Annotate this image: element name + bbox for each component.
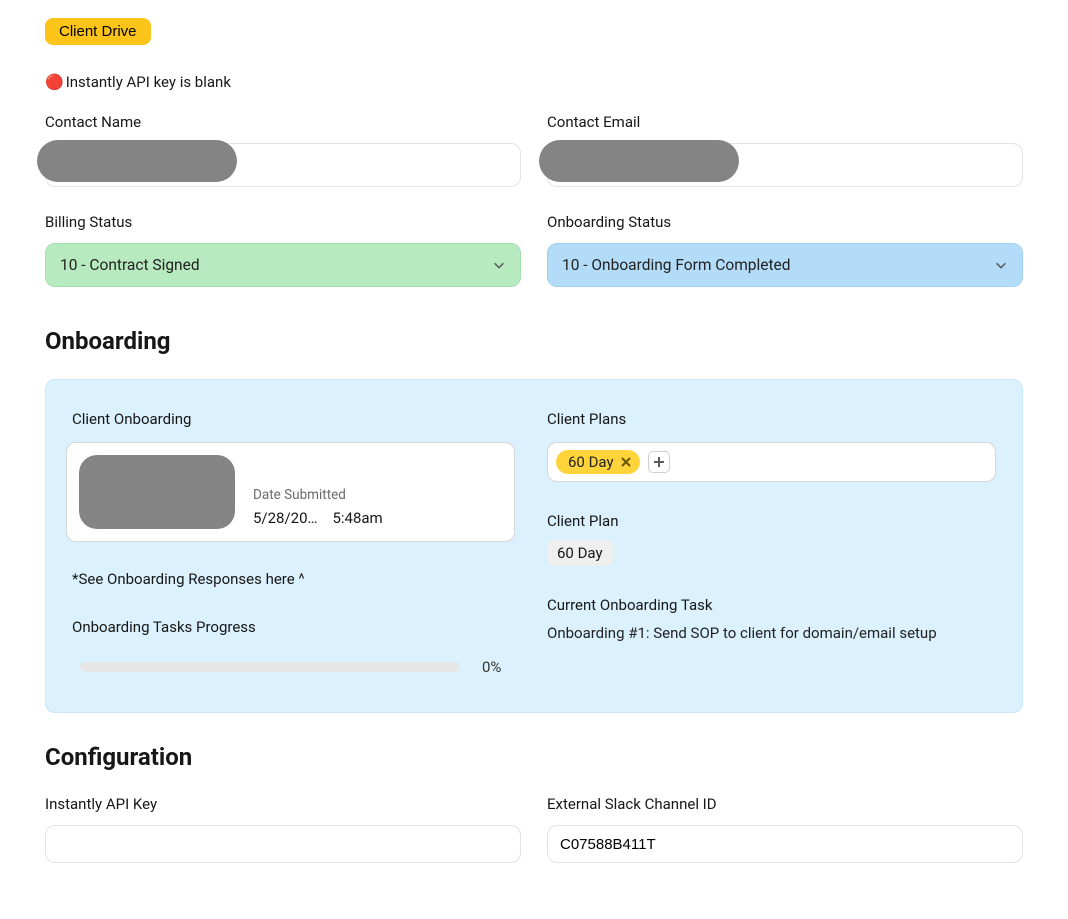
chevron-down-icon <box>492 258 506 272</box>
warning-text: Instantly API key is blank <box>66 73 231 91</box>
client-plan-label: Client Plan <box>547 512 996 530</box>
client-drive-button[interactable]: Client Drive <box>45 18 151 45</box>
api-key-warning: 🔴 Instantly API key is blank <box>45 73 1023 91</box>
billing-status-label: Billing Status <box>45 213 521 231</box>
billing-status-value: 10 - Contract Signed <box>60 256 200 274</box>
onboarding-status-label: Onboarding Status <box>547 213 1023 231</box>
add-plan-button[interactable] <box>648 451 670 473</box>
onboarding-note: *See Onboarding Responses here ^ <box>72 570 521 588</box>
client-plans-chipbox[interactable]: 60 Day <box>547 442 996 482</box>
current-onboarding-task-label: Current Onboarding Task <box>547 596 996 614</box>
client-plan-value: 60 Day <box>547 540 613 566</box>
date-submitted-label: Date Submitted <box>253 487 383 503</box>
plan-chip[interactable]: 60 Day <box>556 450 640 474</box>
warning-icon: 🔴 <box>45 73 64 91</box>
onboarding-status-select[interactable]: 10 - Onboarding Form Completed <box>547 243 1023 287</box>
configuration-section-title: Configuration <box>45 743 1023 771</box>
onboarding-section-title: Onboarding <box>45 327 1023 355</box>
contact-name-label: Contact Name <box>45 113 521 131</box>
slack-channel-id-input[interactable] <box>547 825 1023 863</box>
close-icon[interactable] <box>620 456 632 468</box>
onboarding-progress-pct: 0% <box>482 658 501 676</box>
onboarding-progress-bar <box>80 662 460 672</box>
client-onboarding-redacted <box>79 455 235 529</box>
contact-email-label: Contact Email <box>547 113 1023 131</box>
billing-status-select[interactable]: 10 - Contract Signed <box>45 243 521 287</box>
onboarding-status-value: 10 - Onboarding Form Completed <box>562 256 791 274</box>
date-submitted-time: 5:48am <box>332 509 382 527</box>
instantly-api-key-input[interactable] <box>45 825 521 863</box>
client-onboarding-label: Client Onboarding <box>72 410 521 428</box>
chevron-down-icon <box>994 258 1008 272</box>
plan-chip-label: 60 Day <box>568 453 614 471</box>
onboarding-progress-label: Onboarding Tasks Progress <box>72 618 521 636</box>
current-onboarding-task-value: Onboarding #1: Send SOP to client for do… <box>547 624 996 642</box>
client-plans-label: Client Plans <box>547 410 996 428</box>
client-onboarding-card[interactable]: Date Submitted 5/28/20… 5:48am <box>66 442 515 542</box>
instantly-api-key-label: Instantly API Key <box>45 795 521 813</box>
plus-icon <box>653 456 665 468</box>
onboarding-panel: Client Onboarding Date Submitted 5/28/20… <box>45 379 1023 713</box>
slack-channel-id-label: External Slack Channel ID <box>547 795 1023 813</box>
date-submitted-date: 5/28/20… <box>253 509 318 527</box>
